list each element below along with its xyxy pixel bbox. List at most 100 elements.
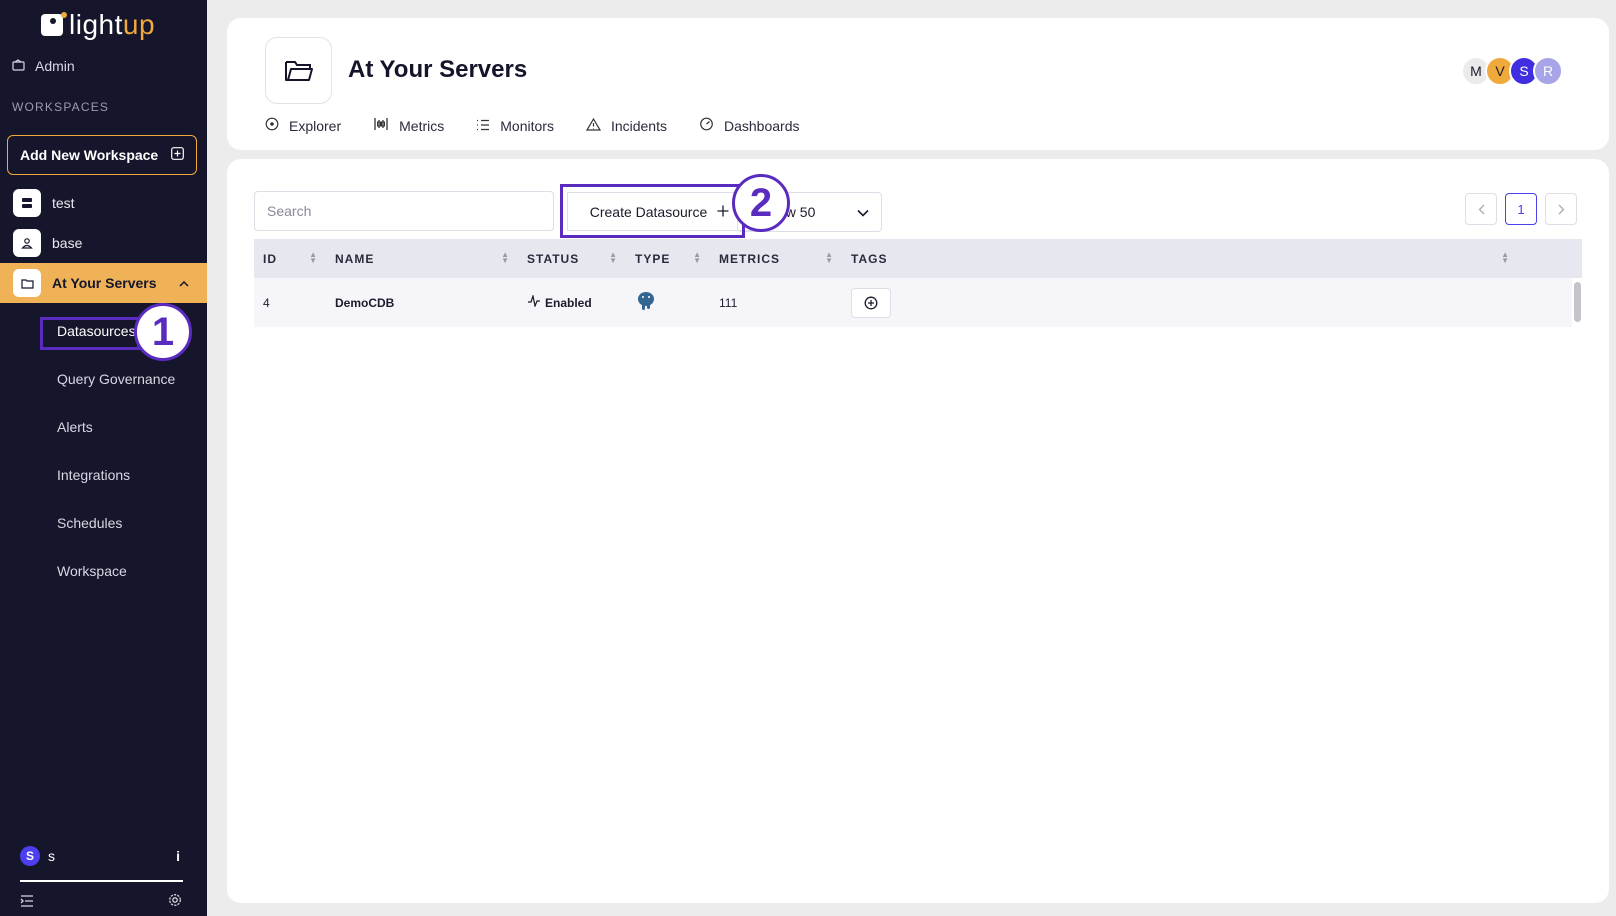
workspace-item-test[interactable]: test (0, 183, 207, 223)
page-number-button[interactable]: 1 (1505, 193, 1537, 225)
cell-type (626, 290, 710, 315)
sort-icon: ▲ ▼ (1501, 250, 1510, 265)
avatar[interactable]: R (1533, 56, 1563, 86)
annotation-step-1: 1 (134, 303, 192, 361)
metrics-icon (373, 117, 389, 134)
column-label: TYPE (635, 251, 671, 266)
workspace-item-at-your-servers[interactable]: At Your Servers (0, 263, 207, 303)
column-label: NAME (335, 251, 375, 266)
sidebar-item-query-governance[interactable]: Query Governance (57, 371, 175, 387)
datasources-table: ID ▲ ▼ NAME ▲ ▼ STATUS ▲ ▼ TYPE ▲ ▼ METRICS … (254, 239, 1584, 327)
page-title: At Your Servers (348, 56, 528, 83)
annotation-highlight-2 (560, 184, 745, 238)
workspace-tabs: Explorer Metrics Monitors Incidents Dash… (265, 117, 800, 134)
tab-explorer[interactable]: Explorer (265, 117, 341, 134)
sidebar-item-alerts[interactable]: Alerts (57, 419, 93, 435)
column-label: METRICS (719, 251, 780, 266)
chevron-left-icon (1478, 204, 1484, 214)
search-input[interactable] (254, 191, 554, 231)
cell-metrics: 111 (719, 295, 738, 310)
sort-desc-icon: ▲ ▼ (309, 250, 318, 265)
sidebar-divider (20, 880, 183, 882)
add-new-workspace-button[interactable]: Add New Workspace (7, 135, 197, 175)
cell-id: 4 (263, 295, 270, 310)
column-label: STATUS (527, 251, 580, 266)
tab-metrics[interactable]: Metrics (373, 117, 444, 134)
admin-link[interactable]: Admin (12, 58, 75, 74)
sidebar: lightup Admin WORKSPACES Add New Workspa… (0, 0, 207, 916)
cell-tags (842, 287, 1518, 318)
column-header-id[interactable]: ID ▲ ▼ (254, 239, 326, 278)
scrollbar-thumb[interactable] (1574, 282, 1581, 322)
column-label: TAGS (851, 251, 888, 266)
avatar: S (20, 846, 40, 866)
tab-label: Monitors (500, 117, 554, 134)
logo-text-up: up (122, 9, 156, 40)
sidebar-item-integrations[interactable]: Integrations (57, 467, 130, 483)
column-header-status[interactable]: STATUS ▲ ▼ (518, 239, 626, 278)
admin-icon (12, 58, 25, 74)
warning-icon (585, 117, 602, 134)
lightup-logo[interactable]: lightup (41, 8, 155, 42)
table-scrollbar[interactable] (1572, 278, 1584, 327)
tab-label: Metrics (399, 117, 445, 134)
chevron-up-icon[interactable] (179, 276, 189, 290)
table-header: ID ▲ ▼ NAME ▲ ▼ STATUS ▲ ▼ TYPE ▲ ▼ METRICS … (254, 239, 1582, 278)
status-text: Enabled (545, 295, 592, 310)
cell-status: Enabled (518, 293, 626, 310)
collapse-sidebar-icon[interactable] (20, 895, 34, 910)
workspaces-heading: WORKSPACES (12, 100, 110, 114)
add-tag-button[interactable] (851, 287, 891, 318)
datasources-panel: Create Datasource ow 50 2 1 ID ▲▼ NAME ▲… (227, 159, 1609, 903)
logo-mark-icon (41, 12, 67, 36)
column-header-tags[interactable]: TAGS ▲ ▼ (842, 239, 1518, 278)
add-workspace-icon (171, 147, 184, 163)
tab-monitors[interactable]: Monitors (476, 117, 554, 134)
prev-page-button[interactable] (1465, 193, 1497, 225)
sort-icon: ▲ ▼ (693, 250, 702, 265)
user-name: s (48, 848, 55, 864)
postgres-elephant-icon (635, 290, 657, 315)
tab-dashboards[interactable]: Dashboards (699, 117, 800, 134)
sidebar-item-schedules[interactable]: Schedules (57, 515, 122, 531)
cell-name[interactable]: DemoCDB (326, 296, 518, 310)
sort-icon: ▲ ▼ (609, 250, 618, 265)
workspace-item-base[interactable]: base (0, 223, 207, 263)
next-page-button[interactable] (1545, 193, 1577, 225)
gauge-icon (699, 117, 714, 134)
activity-icon (527, 293, 541, 310)
column-header-name[interactable]: NAME ▲ ▼ (326, 239, 518, 278)
member-avatars[interactable]: M V S R (1461, 56, 1563, 86)
sidebar-item-workspace[interactable]: Workspace (57, 563, 127, 579)
folder-open-icon (265, 37, 332, 104)
add-workspace-label: Add New Workspace (20, 147, 159, 163)
logo-text-light: light (69, 9, 123, 40)
plus-circle-icon (864, 296, 878, 309)
chevron-right-icon (1558, 204, 1564, 214)
tab-incidents[interactable]: Incidents (585, 117, 667, 134)
annotation-step-2: 2 (732, 174, 790, 232)
tab-label: Dashboards (724, 117, 800, 134)
user-badge-icon (13, 229, 41, 257)
gear-icon[interactable] (168, 893, 182, 911)
folder-icon (13, 269, 41, 297)
chevron-down-icon (857, 204, 869, 220)
workspace-header: At Your Servers M V S R Explorer Metrics… (227, 18, 1609, 150)
tab-label: Explorer (289, 117, 342, 134)
column-label: ID (263, 251, 277, 266)
admin-label: Admin (35, 58, 75, 74)
annotation-highlight-1 (40, 317, 140, 350)
compass-icon (265, 117, 279, 134)
column-header-metrics[interactable]: METRICS ▲ ▼ (710, 239, 842, 278)
tab-label: Incidents (610, 117, 667, 134)
sort-icon: ▲ ▼ (825, 250, 834, 265)
table-row[interactable]: 4 DemoCDB Enabled 111 (254, 278, 1582, 327)
workspace-label: test (52, 195, 75, 211)
list-icon (476, 118, 490, 134)
info-icon[interactable]: i (176, 848, 180, 864)
workspace-label: base (52, 235, 83, 251)
column-header-type[interactable]: TYPE ▲ ▼ (626, 239, 710, 278)
user-menu[interactable]: S s i (20, 846, 180, 866)
sort-icon: ▲ ▼ (501, 250, 510, 265)
workspace-label: At Your Servers (52, 275, 157, 291)
